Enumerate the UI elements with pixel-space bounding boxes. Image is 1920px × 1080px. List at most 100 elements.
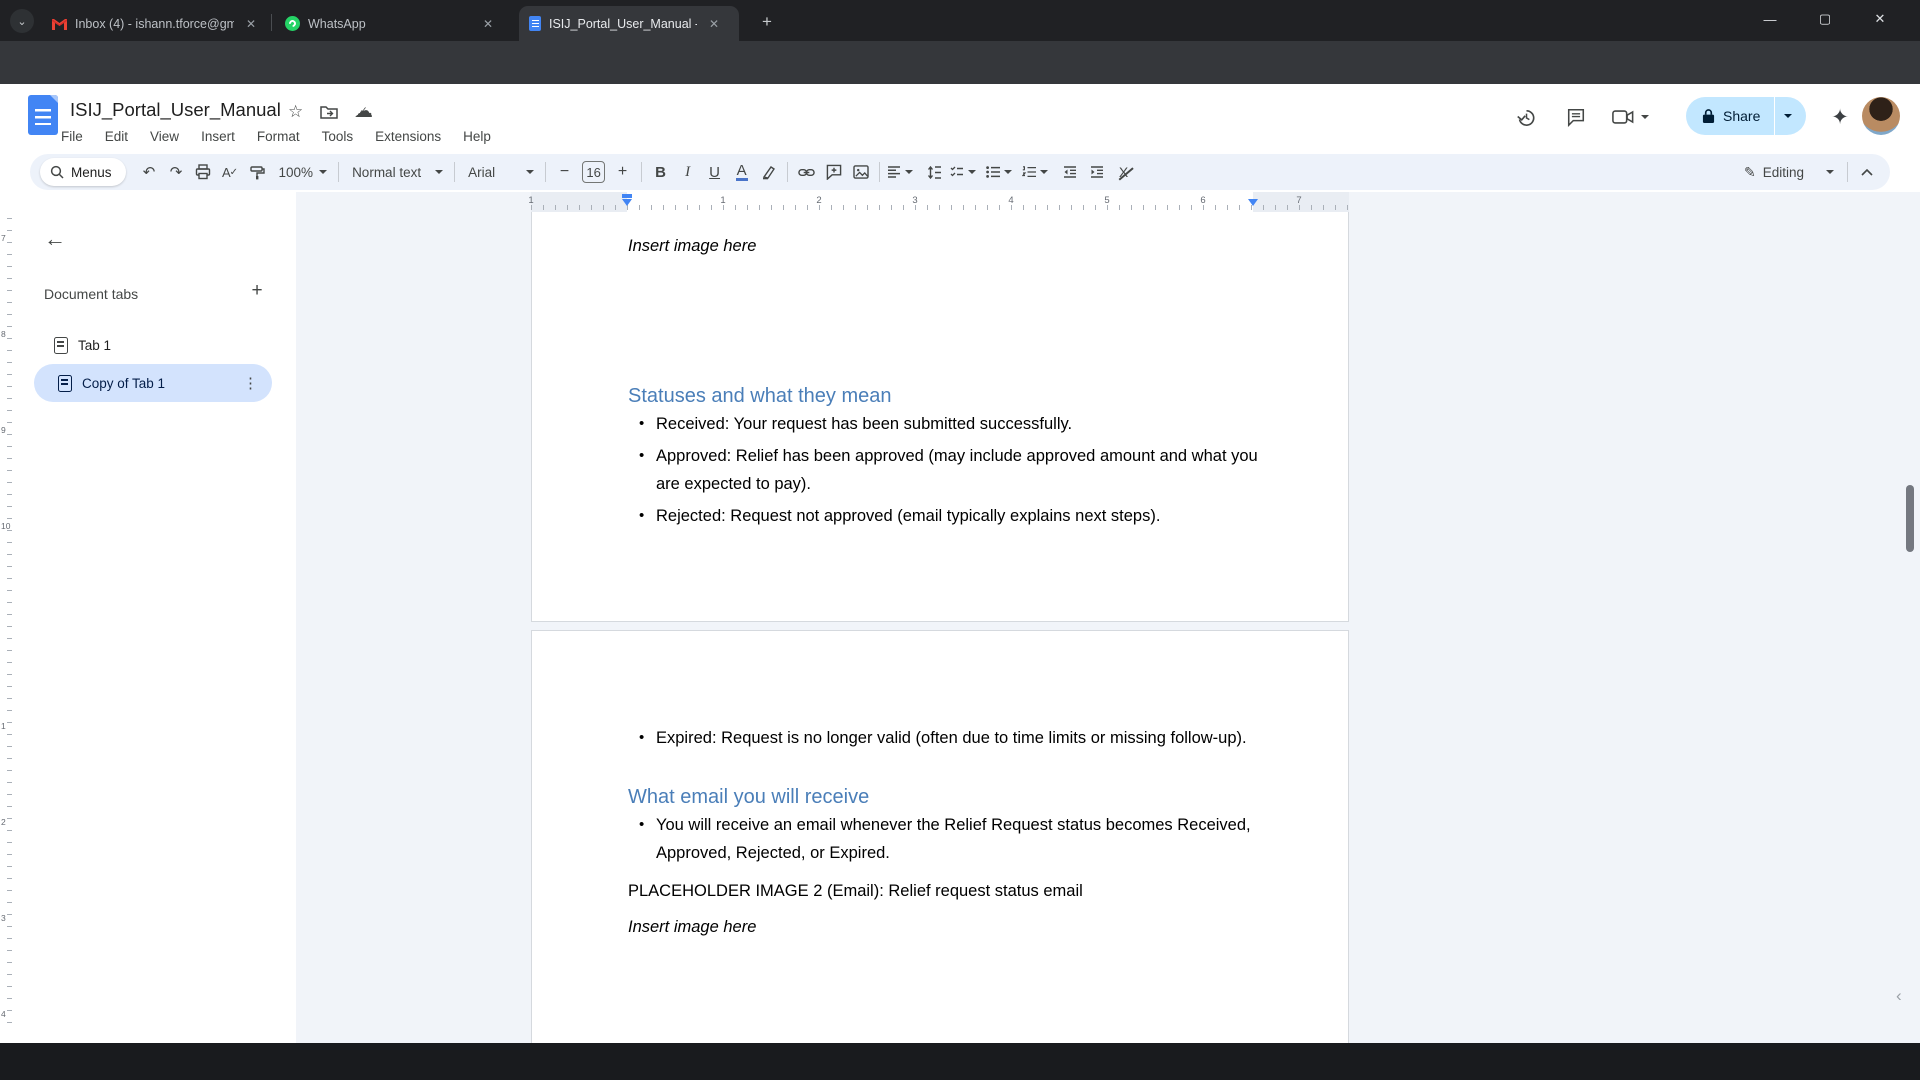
add-comment-button[interactable] <box>820 159 847 186</box>
new-tab-button[interactable]: + <box>755 10 779 34</box>
paint-format-button[interactable] <box>244 159 271 186</box>
collapse-toolbar-button[interactable] <box>1853 159 1880 186</box>
tab-close-icon[interactable]: ✕ <box>705 15 723 33</box>
cloud-save-status-icon[interactable]: ☁✓ <box>354 100 373 123</box>
vertical-ruler-ticks <box>7 218 12 1028</box>
undo-button[interactable]: ↶ <box>136 159 163 186</box>
menu-insert[interactable]: Insert <box>190 124 246 150</box>
gdocs-icon <box>529 16 541 31</box>
tab-title: WhatsApp <box>308 17 375 31</box>
document-title[interactable]: ISIJ_Portal_User_Manual <box>70 99 281 121</box>
vertical-ruler[interactable]: 7 8 9 10 1 2 3 4 <box>0 192 14 1043</box>
decrease-indent-button[interactable] <box>1056 159 1083 186</box>
tab-close-icon[interactable]: ✕ <box>479 15 497 33</box>
increase-indent-button[interactable] <box>1083 159 1110 186</box>
tab-options-kebab-icon[interactable]: ⋮ <box>243 374 258 392</box>
document-page-1[interactable]: Insert image here Statuses and what they… <box>531 212 1349 622</box>
font-size-input[interactable]: 16 <box>582 161 605 183</box>
account-avatar[interactable] <box>1862 97 1900 135</box>
text-color-button[interactable]: A <box>728 159 755 186</box>
link-icon <box>798 167 815 178</box>
spelling-check-button[interactable]: A✓ <box>217 159 244 186</box>
left-indent-marker[interactable] <box>622 199 632 206</box>
ruler-number: 10 <box>1 521 10 531</box>
tab-search-chevron-icon[interactable]: ⌄ <box>10 9 34 33</box>
search-icon <box>50 165 64 179</box>
toolbar-separator <box>338 162 339 182</box>
clear-formatting-button[interactable]: X <box>1110 159 1137 186</box>
menu-file[interactable]: File <box>50 124 94 150</box>
toolbar-search-menus[interactable]: Menus <box>40 158 126 186</box>
print-button[interactable] <box>190 159 217 186</box>
window-close-button[interactable]: ✕ <box>1857 0 1903 38</box>
share-label: Share <box>1723 108 1760 124</box>
zoom-select[interactable]: 100% <box>271 165 334 180</box>
ruler-number: 2 <box>816 195 821 206</box>
add-tab-button[interactable]: + <box>244 278 270 304</box>
move-to-folder-icon[interactable] <box>320 105 338 119</box>
line-spacing-button[interactable] <box>921 159 948 186</box>
share-button[interactable]: Share <box>1686 97 1806 135</box>
doc-tab-item-1[interactable]: Tab 1 <box>54 328 111 362</box>
star-document-icon[interactable]: ☆ <box>288 102 303 122</box>
gemini-button[interactable]: ✦ <box>1820 97 1860 137</box>
underline-button[interactable]: U <box>701 159 728 186</box>
numbered-list-button[interactable] <box>1020 159 1056 186</box>
bulleted-list-button[interactable] <box>984 159 1020 186</box>
browser-tab-docs-active[interactable]: ISIJ_Portal_User_Manual - Google Docs ✕ <box>519 6 739 41</box>
status-bullet-list-continued: Expired: Request is no longer valid (oft… <box>628 724 1266 756</box>
editing-mode-label: Editing <box>1763 165 1804 180</box>
first-line-indent-marker[interactable] <box>622 194 632 198</box>
italic-button[interactable]: I <box>674 159 701 186</box>
meet-video-call-button[interactable] <box>1606 97 1660 137</box>
gmail-icon <box>52 18 67 30</box>
window-minimize-button[interactable]: — <box>1747 0 1793 38</box>
share-dropdown-icon[interactable] <box>1784 114 1792 118</box>
insert-image-button[interactable] <box>847 159 874 186</box>
comment-plus-icon <box>826 164 842 180</box>
toolbar-separator <box>1847 162 1848 182</box>
align-button[interactable] <box>885 159 921 186</box>
increase-font-size-button[interactable]: + <box>609 159 636 186</box>
tab-close-icon[interactable]: ✕ <box>242 15 260 33</box>
browser-tab-gmail[interactable]: Inbox (4) - ishann.tforce@gmail ✕ <box>42 6 268 41</box>
decrease-font-size-button[interactable]: − <box>551 159 578 186</box>
ruler-number: 1 <box>528 195 533 206</box>
checklist-button[interactable] <box>948 159 984 186</box>
chevron-down-icon <box>1826 170 1834 174</box>
browser-tab-strip: ⌄ Inbox (4) - ishann.tforce@gmail ✕ What… <box>0 0 1920 41</box>
menu-help[interactable]: Help <box>452 124 502 150</box>
horizontal-ruler[interactable]: 1 1 2 3 4 5 6 7 <box>296 192 1904 212</box>
menu-tools[interactable]: Tools <box>311 124 365 150</box>
paragraph-style-select[interactable]: Normal text <box>344 165 449 180</box>
right-indent-marker[interactable] <box>1248 199 1258 206</box>
side-panel-collapse-icon[interactable]: ‹ <box>1896 986 1902 1006</box>
chevron-down-icon <box>526 170 534 174</box>
toolbar-separator <box>787 162 788 182</box>
menus-label: Menus <box>71 165 112 180</box>
menu-view[interactable]: View <box>139 124 190 150</box>
ruler-number: 7 <box>1296 195 1301 206</box>
menu-edit[interactable]: Edit <box>94 124 139 150</box>
browser-tab-whatsapp[interactable]: WhatsApp ✕ <box>275 6 505 41</box>
chevron-down-icon <box>1641 115 1649 119</box>
font-family-select[interactable]: Arial <box>460 165 540 180</box>
window-maximize-button[interactable]: ▢ <box>1802 0 1848 38</box>
insert-link-button[interactable] <box>793 159 820 186</box>
comments-button[interactable] <box>1556 97 1596 137</box>
version-history-button[interactable] <box>1506 97 1546 137</box>
bold-button[interactable]: B <box>647 159 674 186</box>
toolbar-separator <box>454 162 455 182</box>
document-scrollbar-thumb[interactable] <box>1906 485 1914 552</box>
editing-mode-select[interactable]: ✎ Editing <box>1744 164 1842 181</box>
document-page-2[interactable]: Expired: Request is no longer valid (oft… <box>531 630 1349 1043</box>
align-left-icon <box>887 166 901 178</box>
back-arrow-icon[interactable]: ← <box>44 228 66 250</box>
redo-button[interactable]: ↷ <box>163 159 190 186</box>
ruler-number: 9 <box>1 425 6 435</box>
menu-format[interactable]: Format <box>246 124 311 150</box>
doc-tab-item-2-selected[interactable]: Copy of Tab 1 ⋮ <box>34 364 272 402</box>
highlight-color-button[interactable] <box>755 159 782 186</box>
menu-extensions[interactable]: Extensions <box>364 124 452 150</box>
image-placeholder-caption: Insert image here <box>628 913 756 941</box>
